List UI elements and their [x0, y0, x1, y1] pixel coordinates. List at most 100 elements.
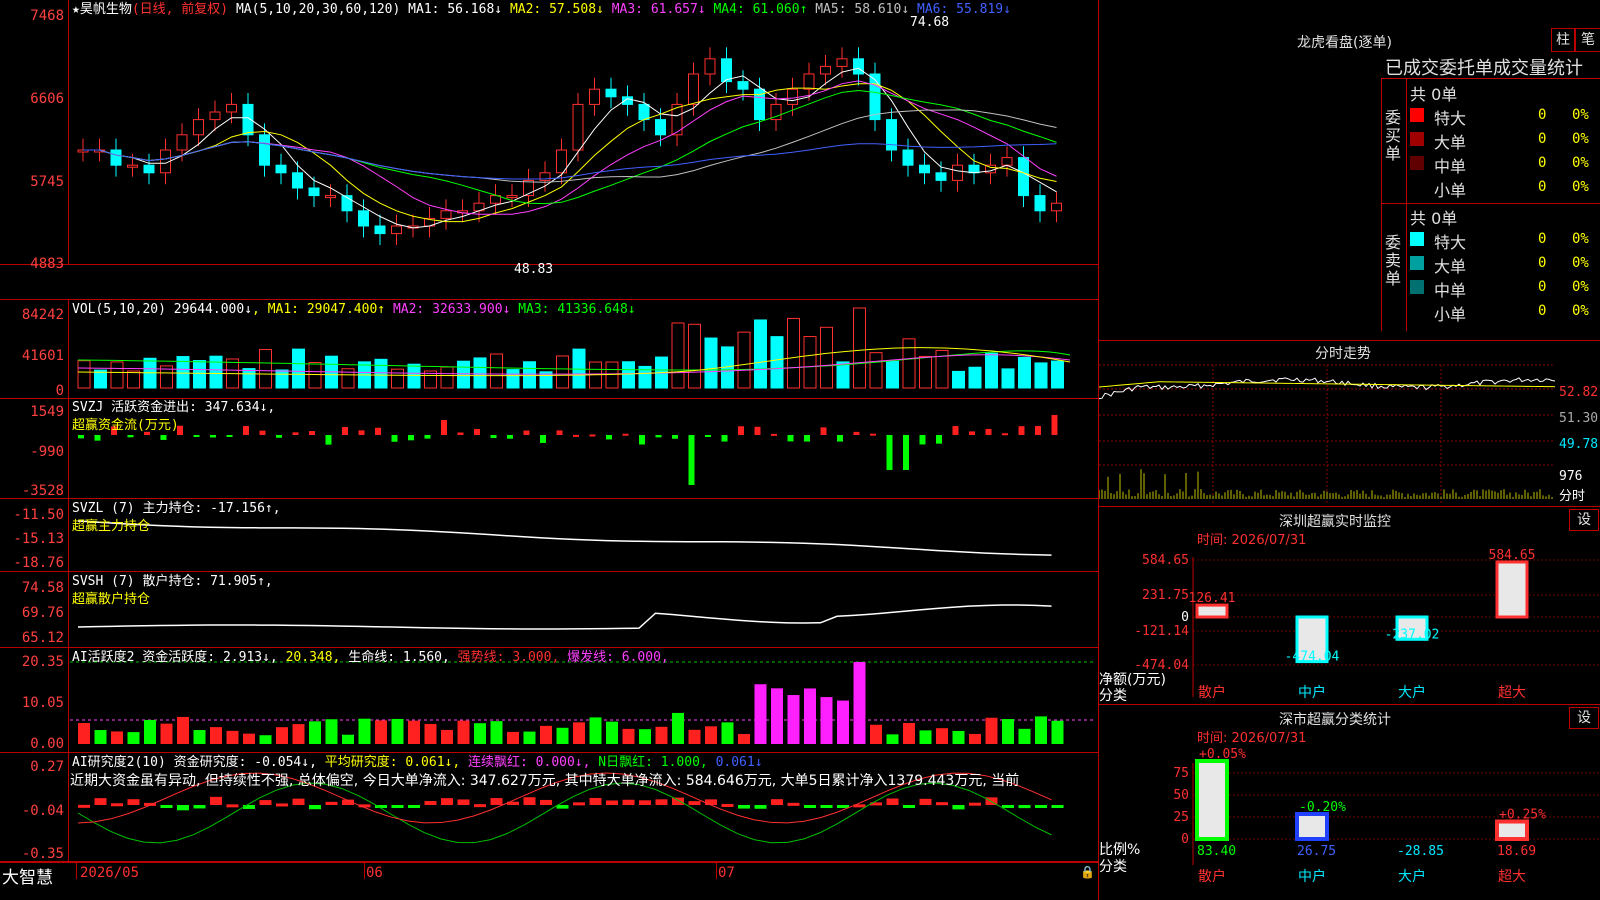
monitor-tick: 584.65: [1142, 553, 1189, 568]
category-label: 超大: [1498, 685, 1526, 701]
flow-bar: [903, 435, 909, 470]
vol-ma1-value: 29047.400↑: [306, 302, 386, 317]
intraday-tick: 分时: [1559, 489, 1586, 504]
candle: [506, 195, 518, 199]
flow-bar: [969, 431, 975, 435]
monitor-chart: 584.65231.750-121.14-474.04126.41散户-474.…: [1134, 548, 1600, 701]
activity-bar: [325, 719, 338, 744]
volume-bar: [127, 370, 140, 389]
price-pane[interactable]: 7468 6606 5745 4883 ★昊帆生物(日线, 前复权) MA(5,…: [0, 0, 1098, 277]
ai-research-pane[interactable]: 0.27 -0.04 -0.35 AI研究度2(10) 资金研究度: -0.05…: [0, 753, 1098, 862]
research-bar: [259, 800, 272, 805]
order-swatch: [1410, 280, 1424, 294]
intraday-tick: 51.30: [1559, 411, 1599, 426]
svzj-pane[interactable]: 1549 -990 -3528 SVZJ 活跃资金进出: 347.634↓, 超…: [0, 398, 1098, 499]
flow-bar: [1002, 433, 1008, 436]
low-mark: 48.83: [514, 262, 554, 277]
buy-side-label: 委买单: [1385, 108, 1402, 163]
candle: [820, 65, 831, 75]
order-pct: 0%: [1572, 107, 1589, 123]
activity-bar: [754, 684, 767, 744]
ai2-note: 近期大资金虽有异动, 但持续性不强, 总体偏空, 今日大单净流入: 347.62…: [70, 773, 1020, 789]
research-bar: [804, 805, 816, 808]
monitor-bar: [1495, 560, 1529, 619]
flow-bar: [391, 435, 398, 442]
research-bar: [160, 805, 173, 808]
candle: [688, 73, 699, 105]
ai1-life: 生命线: 1.560,: [348, 650, 450, 665]
stock-name: ★昊帆生物: [72, 2, 132, 17]
research-bar: [837, 805, 849, 808]
research-bar: [622, 799, 635, 805]
ma3-label: MA3:: [611, 2, 644, 17]
sz-monitor: 深圳超赢实时监控 设 时间: 2026/07/31 584.65 231.75 0-…: [1099, 506, 1600, 704]
flow-bar: [952, 426, 959, 435]
research-bar: [639, 800, 651, 805]
candle: [919, 164, 930, 174]
candle: [1018, 157, 1029, 197]
order-name: 特大: [1434, 109, 1467, 128]
candle: [836, 58, 848, 67]
flow-bar: [655, 435, 662, 438]
research-bar: [820, 805, 833, 808]
activity-bar: [441, 729, 453, 744]
research-bar: [441, 798, 453, 805]
flow-bar: [622, 433, 629, 436]
bar-button[interactable]: 柱: [1551, 28, 1575, 52]
activity-bar: [457, 720, 470, 744]
activity-bar: [655, 726, 668, 744]
candle: [1034, 195, 1046, 212]
svsh-label: SVSH (7) 散户持仓:: [72, 574, 203, 589]
flow-bar: [276, 435, 282, 438]
research-bar: [276, 803, 288, 807]
ai2-nday: N日飘红: 1.000,: [598, 755, 708, 770]
research-bar: [424, 801, 437, 805]
lock-icon[interactable]: 🔒: [1080, 865, 1095, 879]
category-label: 中户: [1298, 868, 1326, 885]
order-name: 大单: [1434, 257, 1467, 276]
class-cat-label: 分类: [1099, 859, 1127, 875]
monitor-value: 584.65: [1489, 548, 1536, 563]
research-bar: [672, 797, 684, 805]
candle: [655, 119, 666, 136]
activity-bar: [969, 733, 981, 744]
intraday-panel[interactable]: 分时走势 52.82 51.30 49.78 976 分时: [1099, 340, 1600, 504]
flow-bar: [127, 435, 134, 438]
activity-bar: [903, 722, 915, 744]
candle: [638, 103, 650, 121]
svsh-pane[interactable]: 74.58 69.76 65.12 SVSH (7) 散户持仓: 71.905↑…: [0, 572, 1098, 648]
order-count: 0: [1538, 303, 1547, 319]
monitor-tick: 231.75: [1142, 588, 1189, 603]
svzl-subtitle: 超赢主力持仓: [72, 519, 151, 534]
divider: [716, 863, 717, 879]
activity-bar: [936, 728, 948, 744]
volume-bar: [704, 337, 718, 389]
volume-pane[interactable]: 84242 41601 0 VOL(5,10,20) 29644.000↓, M…: [0, 299, 1098, 399]
ma5-value: 58.610↓: [854, 2, 910, 17]
activity-bar: [1002, 719, 1014, 744]
volume-bar: [853, 307, 866, 389]
activity-bar: [589, 717, 602, 744]
class-value: 26.75: [1297, 844, 1336, 859]
flow-bar: [936, 435, 942, 444]
flow-bar: [754, 426, 761, 435]
activity-bar: [886, 734, 899, 744]
flow-bar: [160, 435, 167, 440]
price-line: [1099, 377, 1556, 400]
activity-bar: [738, 733, 750, 744]
volume-bar: [787, 317, 800, 389]
research-bar: [457, 799, 470, 805]
activity-bar: [358, 718, 371, 744]
candle: [325, 195, 336, 199]
flow-bar: [1051, 415, 1058, 435]
svzl-pane[interactable]: -11.50 -15.13 -18.76 SVZL (7) 主力持仓: -17.…: [0, 499, 1098, 572]
order-count: 0: [1538, 255, 1547, 271]
volume-bar: [1034, 362, 1048, 389]
ai2-last: 0.061↓: [715, 755, 763, 770]
activity-bar: [540, 725, 552, 744]
tick-button[interactable]: 笔: [1575, 28, 1600, 52]
ai-activity-pane[interactable]: 20.35 10.05 0.00 AI活跃度2 资金活跃度: 2.913↓, 2…: [0, 648, 1098, 753]
candle: [968, 164, 980, 174]
order-name: 小单: [1434, 305, 1467, 324]
activity-bar: [705, 726, 717, 744]
